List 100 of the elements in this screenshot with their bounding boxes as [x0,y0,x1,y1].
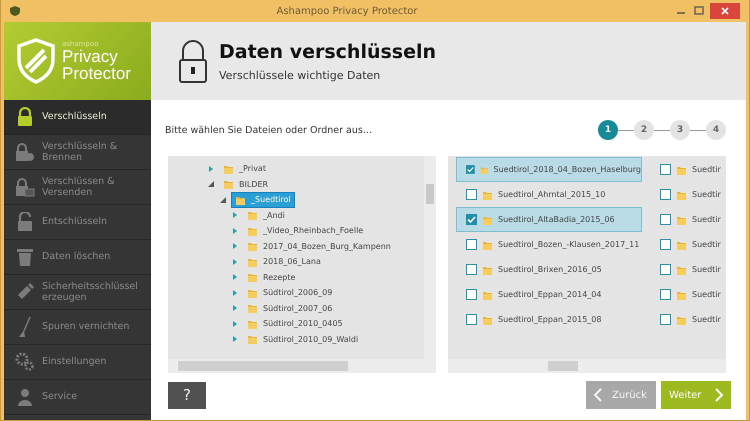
logo-text: Privacy [62,48,119,64]
file-name: Suedtir [692,290,721,299]
instruction-text: Bitte wählen Sie Dateien oder Ordner aus... [165,124,372,136]
expand-arrow-icon[interactable] [232,243,238,250]
checkbox[interactable] [466,289,477,300]
page-title: Daten verschlüsseln [219,40,436,62]
file-name: Suedtir [692,315,721,324]
padlock-icon [179,39,207,83]
page-subtitle: Verschlüssele wichtige Daten [219,68,382,82]
checkbox[interactable] [660,164,671,175]
file-row[interactable]: Suedtir [650,232,721,257]
file-name: Suedtirol_2018_04_Bozen_Haselburg [494,165,641,174]
tree-item[interactable]: 2018_06_Lana [244,254,324,269]
step-indicator: 2 [634,120,654,140]
expand-arrow-icon[interactable] [232,290,238,296]
file-name: Suedtir [692,265,721,274]
file-row[interactable]: Suedtir [650,257,721,282]
help-button[interactable]: ? [168,382,206,408]
file-row[interactable]: Suedtirol_Eppan_2014_04 [456,282,642,307]
sidebar-item[interactable]: Entschlüsseln [4,205,151,240]
folder-icon [247,271,258,284]
expand-arrow-icon[interactable] [232,228,238,234]
step-indicator: 3 [670,120,690,140]
file-row[interactable]: Suedtirol_Brixen_2016_05 [456,257,642,282]
tree-item[interactable]: Südtirol_2007_06 [244,301,336,316]
tree-item[interactable]: Südtirol_2010_0405 [244,316,346,331]
checkbox[interactable] [466,314,477,325]
chevron-left-icon [594,388,602,402]
expand-arrow-icon[interactable] [232,274,238,280]
trash-can-icon [16,247,34,267]
tree-item[interactable]: 2017_04_Bozen_Burg_Kampenn [244,239,394,254]
checkbox[interactable] [466,164,475,175]
close-icon [721,7,729,15]
padlock-icon [16,107,34,127]
tree-item[interactable]: _Andi [244,208,288,222]
file-name: Suedtir [692,215,721,224]
tree-item[interactable]: Südtirol_2010_09_Waldi [244,332,362,346]
tree-item[interactable]: _Privat [220,162,269,176]
tree-item[interactable]: _Video_Rheinbach_Foelle [244,224,366,238]
checkbox[interactable] [466,239,477,250]
file-row[interactable]: Suedtirol_2018_04_Bozen_Haselburg [456,157,642,182]
file-name: Suedtir [692,165,721,174]
expand-arrow-icon[interactable] [208,166,214,172]
app-icon [10,6,20,16]
checkbox[interactable] [660,314,671,325]
folder-icon [223,178,234,190]
tree-item[interactable]: Rezepte [244,270,298,284]
expand-arrow-icon[interactable] [232,305,238,312]
tree-item[interactable]: BILDER [220,177,272,192]
sidebar-item[interactable]: Verschlüsseln & Brennen [4,135,151,170]
horizontal-scrollbar[interactable] [448,359,726,373]
file-row[interactable]: Suedtir [650,207,721,232]
file-name: Suedtirol_Eppan_2014_04 [498,290,602,299]
sidebar-item[interactable]: Verschlüssen & Versenden [4,170,151,205]
maximize-icon[interactable] [692,5,706,17]
window-title: Ashampoo Privacy Protector [276,6,418,16]
sidebar-item[interactable]: Verschlüsseln [4,100,151,135]
file-name: Suedtir [692,190,721,199]
file-name: Suedtirol_AltaBadia_2015_06 [498,215,615,224]
sidebar-item[interactable]: Daten löschen [4,240,151,275]
support-person-icon [16,387,34,407]
file-row[interactable]: Suedtir [650,157,721,182]
horizontal-scrollbar[interactable] [168,359,436,373]
folder-icon [247,333,258,346]
file-row[interactable]: Suedtirol_Eppan_2015_08 [456,307,642,332]
collapse-arrow-icon[interactable] [208,181,214,188]
file-name: Suedtirol_Bozen_-Klausen_2017_11 [498,240,640,249]
folder-icon [247,240,258,252]
checkbox[interactable] [660,214,671,225]
step-indicator: 4 [706,120,726,140]
expand-arrow-icon[interactable] [232,336,238,342]
checkbox[interactable] [466,264,477,275]
checkbox[interactable] [660,239,671,250]
tree-item[interactable]: Südtirol_2006_09 [244,286,336,300]
file-row[interactable]: Suedtirol_Ahrntal_2015_10 [456,182,642,207]
checkbox[interactable] [466,214,477,225]
shield-logo-icon [16,38,56,84]
checkbox[interactable] [660,189,671,200]
file-name: Suedtirol_Ahrntal_2015_10 [498,190,606,199]
expand-arrow-icon[interactable] [232,212,238,218]
gears-icon [15,352,35,372]
vertical-scrollbar[interactable] [424,156,436,359]
checkbox[interactable] [466,189,477,200]
padlock-disc-icon [15,142,35,162]
padlock-envelope-icon [15,177,35,197]
folder-icon [247,209,258,222]
file-row[interactable]: Suedtir [650,282,721,307]
file-name: Suedtirol_Brixen_2016_05 [498,265,602,274]
expand-arrow-icon[interactable] [232,258,238,265]
file-row[interactable]: Suedtirol_Bozen_-Klausen_2017_11 [456,232,642,257]
checkbox[interactable] [660,264,671,275]
file-row[interactable]: Suedtir [650,182,721,207]
file-row[interactable]: Suedtirol_AltaBadia_2015_06 [456,207,642,232]
expand-arrow-icon[interactable] [232,320,238,327]
step-indicator: 1 [598,120,618,140]
checkbox[interactable] [660,289,671,300]
file-row[interactable]: Suedtir [650,307,721,332]
close-button[interactable] [710,3,740,19]
file-name: Suedtirol_Eppan_2015_08 [498,315,602,324]
collapse-arrow-icon[interactable] [220,196,226,203]
